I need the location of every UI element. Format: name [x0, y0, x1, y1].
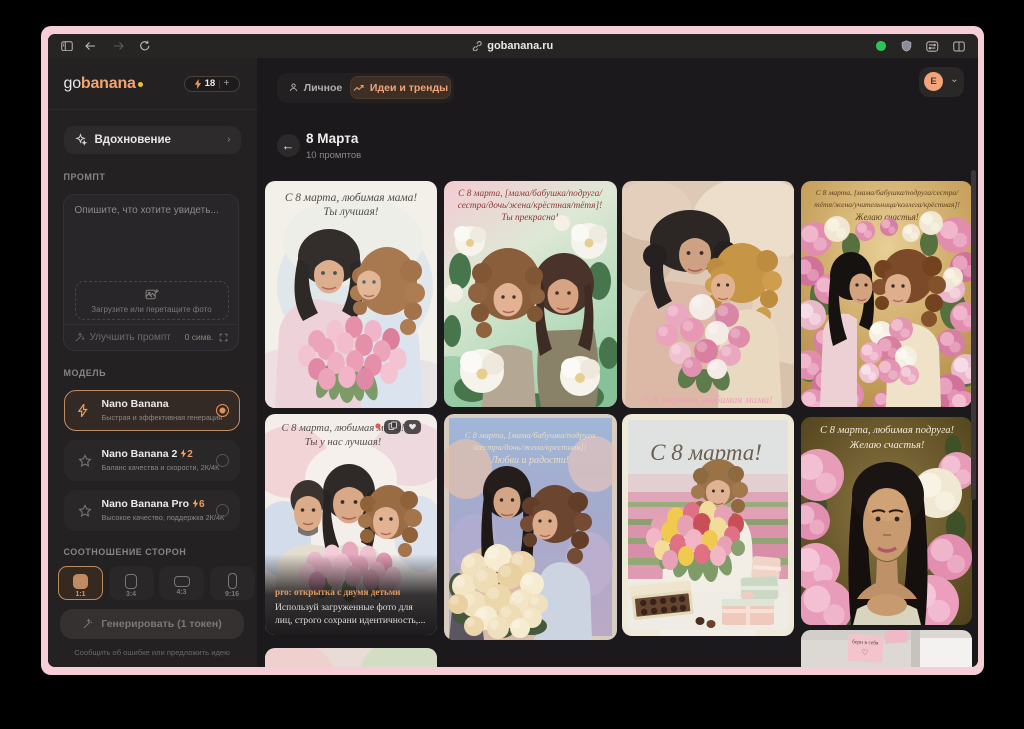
- svg-text:С 8 мартом, любимая мама!: С 8 мартом, любимая мама!: [643, 395, 773, 406]
- svg-text:С 8 марта, [мама/бабушка/подру: С 8 марта, [мама/бабушка/подруга: [464, 430, 595, 440]
- svg-text:Ты лучшая!: Ты лучшая!: [323, 206, 378, 218]
- svg-text:♡: ♡: [861, 647, 869, 656]
- svg-text:лиц, строго сохрани идентичнос: лиц, строго сохрани идентичность,...: [275, 615, 425, 626]
- svg-text:Используй загруженные фото для: Используй загруженные фото для: [275, 602, 413, 613]
- svg-text:тётя/жена/учительница/коллега/: тётя/жена/учительница/коллега/крёстная]!: [814, 200, 960, 209]
- svg-text:С 8 марта, любимая подруга!: С 8 марта, любимая подруга!: [819, 425, 954, 436]
- svg-text:С 8 марта, [мама/бабушка/подру: С 8 марта, [мама/бабушка/подруга/: [458, 188, 603, 199]
- svg-text:С 8 марта, любимая мама!: С 8 марта, любимая мама!: [285, 192, 418, 204]
- svg-text:Ты прекрасна!: Ты прекрасна!: [501, 213, 558, 223]
- svg-text:/сестра/дочь/жена/крестная]!: /сестра/дочь/жена/крестная]!: [472, 442, 586, 452]
- svg-text:сестра/дочь/жена/крёстная/тётя: сестра/дочь/жена/крёстная/тётя]!: [457, 200, 601, 211]
- svg-text:бери в себя: бери в себя: [852, 638, 879, 646]
- svg-text:pro: открытка с двумя детьми: pro: открытка с двумя детьми: [275, 587, 401, 597]
- svg-text:Желаю счастья!: Желаю счастья!: [848, 440, 924, 451]
- svg-text:Ты у нас лучшая!: Ты у нас лучшая!: [305, 437, 382, 448]
- svg-text:С 8 марта!: С 8 марта!: [650, 440, 762, 465]
- svg-text:Любви и радости!: Любви и радости!: [489, 455, 568, 466]
- svg-text:С 8 марта, [мама/бабушка/подру: С 8 марта, [мама/бабушка/подруга/сестра/: [815, 188, 958, 197]
